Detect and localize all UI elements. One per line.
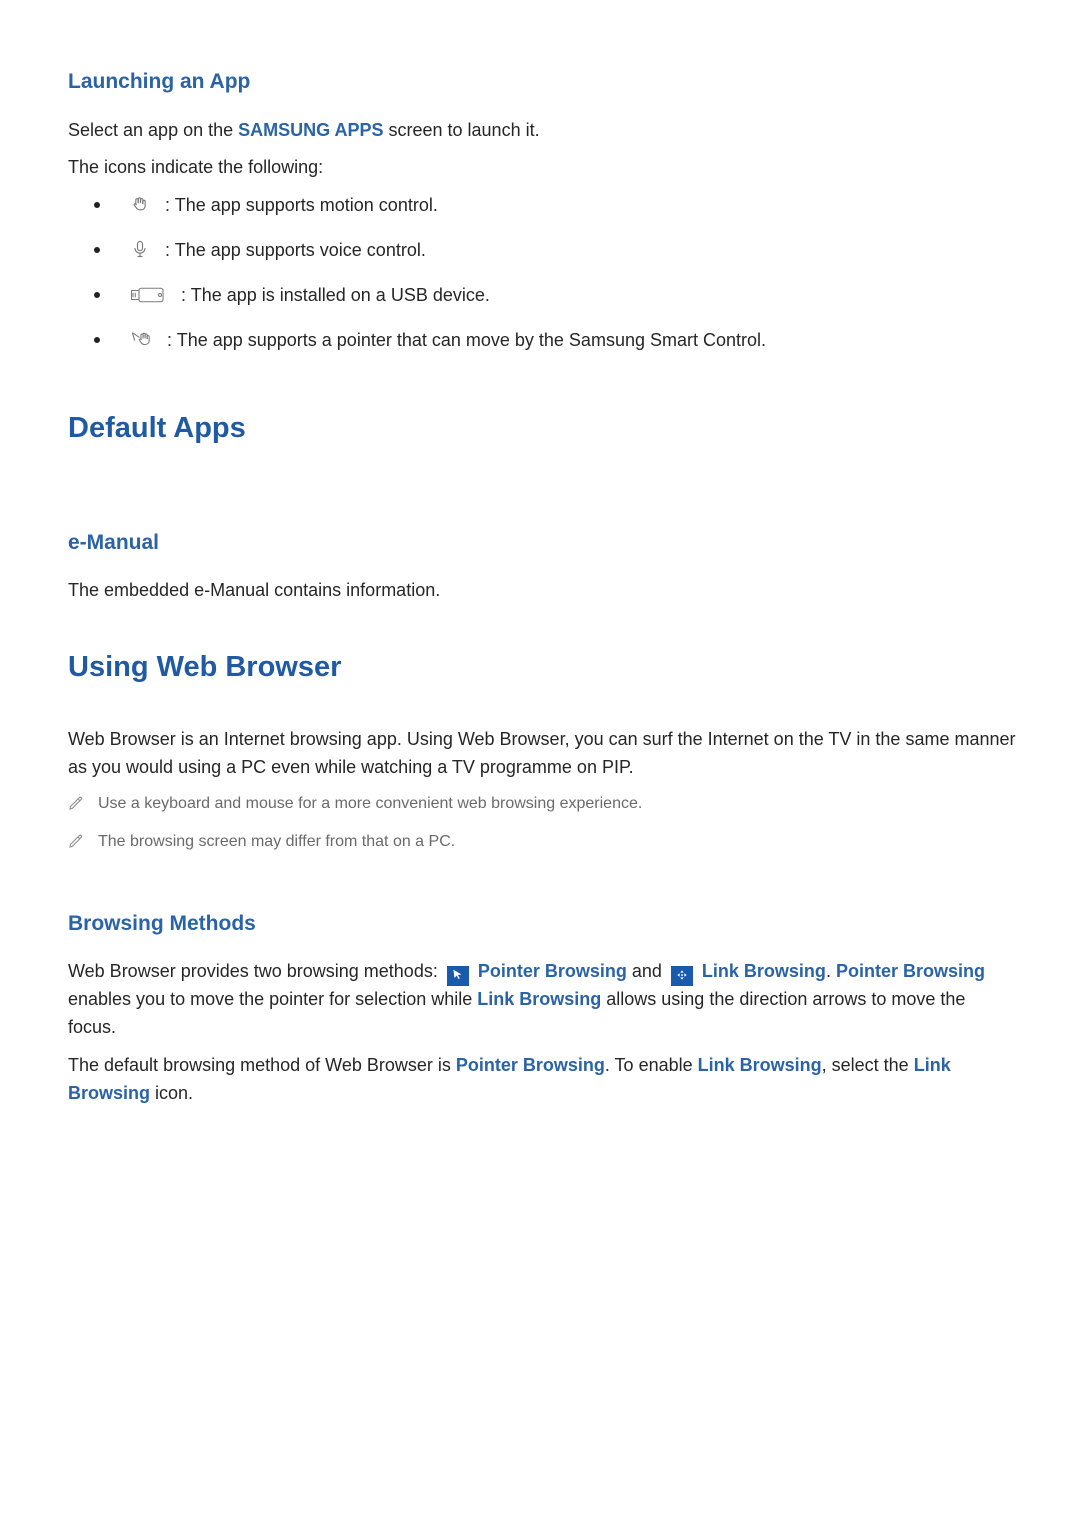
heading-e-manual: e-Manual xyxy=(68,527,1016,560)
note-text: The browsing screen may differ from that… xyxy=(98,830,455,855)
list-item: : The app is installed on a USB device. xyxy=(94,282,1016,313)
notes-block: Use a keyboard and mouse for a more conv… xyxy=(68,792,1016,858)
paragraph-launch-intro: Select an app on the SAMSUNG APPS screen… xyxy=(68,117,1016,145)
pencil-note-icon xyxy=(68,833,84,858)
heading-browsing-methods: Browsing Methods xyxy=(68,908,1016,941)
text: icon. xyxy=(150,1083,193,1103)
note-row: The browsing screen may differ from that… xyxy=(68,830,1016,858)
term-pointer-browsing: Pointer Browsing xyxy=(456,1055,605,1075)
usb-device-icon xyxy=(130,285,166,313)
text: enables you to move the pointer for sele… xyxy=(68,989,477,1009)
list-item-text: : The app is installed on a USB device. xyxy=(181,285,490,305)
paragraph-icons-lead: The icons indicate the following: xyxy=(68,154,1016,182)
list-item-text: : The app supports voice control. xyxy=(165,240,426,260)
text: , select the xyxy=(822,1055,914,1075)
text: Select an app on the xyxy=(68,120,238,140)
text: Web Browser provides two browsing method… xyxy=(68,961,443,981)
term-link-browsing: Link Browsing xyxy=(698,1055,822,1075)
pointer-browsing-icon xyxy=(447,966,469,986)
text: . To enable xyxy=(605,1055,698,1075)
list-item-text: : The app supports motion control. xyxy=(165,195,438,215)
text: screen to launch it. xyxy=(384,120,540,140)
list-item: : The app supports voice control. xyxy=(94,237,1016,268)
text: The default browsing method of Web Brows… xyxy=(68,1055,456,1075)
paragraph-browsing-methods-1: Web Browser provides two browsing method… xyxy=(68,958,1016,1042)
term-samsung-apps: SAMSUNG APPS xyxy=(238,120,383,140)
term-pointer-browsing: Pointer Browsing xyxy=(836,961,985,981)
note-text: Use a keyboard and mouse for a more conv… xyxy=(98,792,642,817)
link-browsing-icon xyxy=(671,966,693,986)
note-row: Use a keyboard and mouse for a more conv… xyxy=(68,792,1016,820)
pencil-note-icon xyxy=(68,795,84,820)
pointer-hand-icon xyxy=(130,329,152,358)
hand-motion-icon xyxy=(130,194,150,223)
text: and xyxy=(627,961,667,981)
term-link-browsing: Link Browsing xyxy=(477,989,601,1009)
term-pointer-browsing: Pointer Browsing xyxy=(478,961,627,981)
term-link-browsing: Link Browsing xyxy=(702,961,826,981)
list-item: : The app supports motion control. xyxy=(94,192,1016,223)
microphone-icon xyxy=(130,239,150,268)
heading-launching-an-app: Launching an App xyxy=(68,66,1016,99)
text: . xyxy=(826,961,836,981)
paragraph-e-manual: The embedded e-Manual contains informati… xyxy=(68,577,1016,605)
paragraph-web-browser: Web Browser is an Internet browsing app.… xyxy=(68,726,1016,782)
paragraph-browsing-methods-2: The default browsing method of Web Brows… xyxy=(68,1052,1016,1108)
heading-default-apps: Default Apps xyxy=(68,406,1016,451)
list-item-text: : The app supports a pointer that can mo… xyxy=(167,330,766,350)
icon-meaning-list: : The app supports motion control. : The… xyxy=(68,192,1016,358)
heading-using-web-browser: Using Web Browser xyxy=(68,645,1016,690)
list-item: : The app supports a pointer that can mo… xyxy=(94,327,1016,358)
